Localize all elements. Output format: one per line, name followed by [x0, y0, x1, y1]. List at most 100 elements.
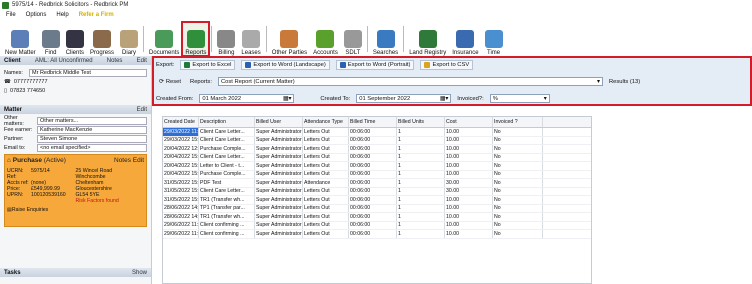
- purchase-notes-button[interactable]: Notes: [114, 157, 131, 164]
- table-row[interactable]: 31/05/2022 15:27TR1 (Transfer wh...Super…: [163, 196, 591, 205]
- aml-status[interactable]: AML: All Unconfirmed: [35, 58, 93, 64]
- table-row[interactable]: 29/06/2022 11:10Client confirming ...Sup…: [163, 230, 591, 239]
- column-header[interactable]: Billed User: [255, 117, 303, 127]
- client-notes-button[interactable]: Notes: [107, 58, 123, 64]
- toolbar-separator: [265, 26, 267, 52]
- created-to-value: 01 September 2022: [359, 95, 411, 102]
- invoiced-select[interactable]: % ▾: [489, 94, 550, 103]
- export-excel-button[interactable]: Export to Excel: [180, 60, 236, 70]
- matter-edit-button[interactable]: Edit: [137, 107, 147, 113]
- table-row[interactable]: 28/06/2022 14:19TP1 (Transfer par...Supe…: [163, 204, 591, 213]
- table-cell: 00:06:00: [349, 187, 397, 195]
- table-cell: 00:06:00: [349, 145, 397, 153]
- table-row[interactable]: 28/06/2022 14:20TR1 (Transfer wh...Super…: [163, 213, 591, 222]
- csv-icon: [424, 62, 431, 68]
- reset-icon: ⟳: [159, 78, 164, 85]
- toolbar-accounts-button[interactable]: Accounts: [310, 22, 341, 56]
- table-row[interactable]: 20/04/2022 15:05Purchase Comple...Super …: [163, 170, 591, 179]
- toolbar-insurance-button[interactable]: Insurance: [449, 22, 481, 56]
- report-select[interactable]: Cost Report (Current Matter) ▾: [217, 77, 603, 86]
- tasks-show-button[interactable]: Show: [132, 270, 147, 276]
- table-cell: Super Administrator: [256, 179, 303, 187]
- table-cell: Super Administrator: [256, 136, 303, 144]
- table-cell: No: [493, 136, 543, 144]
- other-matters-select[interactable]: Other matters...: [37, 116, 147, 125]
- column-header[interactable]: Billed Units: [397, 117, 445, 127]
- toolbar-progress-button[interactable]: Progress: [87, 22, 117, 56]
- column-header[interactable]: Cost: [445, 117, 493, 127]
- ucrn-value: 5975/14: [31, 168, 50, 174]
- column-header[interactable]: Description: [199, 117, 255, 127]
- toolbar-documents-button[interactable]: Documents: [146, 22, 182, 56]
- export-word-landscape-button[interactable]: Export to Word (Landscape): [241, 60, 330, 70]
- created-from-date[interactable]: 01 March 2022 ▦▾: [199, 94, 295, 103]
- table-cell: 10.00: [445, 170, 493, 178]
- table-cell: 10.00: [445, 136, 493, 144]
- menu-help[interactable]: Help: [56, 12, 68, 18]
- fee-earner-row: Fee earner: Katherine MacKenzie: [0, 125, 151, 134]
- toolbar-time-button[interactable]: Time: [482, 22, 506, 56]
- report-select-value: Cost Report (Current Matter): [220, 78, 295, 85]
- table-cell: Client confirming ...: [199, 221, 255, 229]
- email-select[interactable]: <no email specified>: [37, 143, 147, 152]
- purchase-status: (Active): [43, 157, 66, 164]
- fee-earner-select[interactable]: Katherine MacKenzie: [37, 125, 147, 134]
- insurance-icon: [456, 30, 475, 48]
- table-row[interactable]: 20/04/2022 12:51Purchase Comple...Super …: [163, 145, 591, 154]
- created-to-label: Created To:: [320, 95, 351, 102]
- table-cell: Super Administrator: [256, 204, 303, 212]
- toolbar-new-matter-button[interactable]: New Matter: [2, 22, 39, 56]
- table-cell: Letters Out: [303, 170, 349, 178]
- title-bar: 5975/14 - Redbrick Solicitors - Redbrick…: [0, 0, 752, 10]
- toolbar-leases-button[interactable]: Leases: [238, 22, 263, 56]
- table-cell: 1: [397, 187, 445, 195]
- calendar-icon: ▦▾: [439, 95, 449, 102]
- table-row[interactable]: 31/05/2022 15:27Client Care Letter...Sup…: [163, 187, 591, 196]
- table-cell: Letters Out: [303, 136, 349, 144]
- risk-factors-link[interactable]: Risk Factors found: [76, 198, 145, 204]
- purchase-edit-button[interactable]: Edit: [133, 157, 144, 164]
- table-row[interactable]: 31/05/2022 15:27PDF TestSuper Administra…: [163, 179, 591, 188]
- column-header[interactable]: Attendance Type: [303, 117, 349, 127]
- toolbar-sdlt-button[interactable]: SDLT: [341, 22, 365, 56]
- export-word-portrait-button[interactable]: Export to Word (Portrait): [335, 60, 415, 70]
- toolbar-billing-button[interactable]: Billing: [214, 22, 238, 56]
- table-cell: 10.00: [445, 128, 493, 136]
- created-to-date[interactable]: 01 September 2022 ▦▾: [356, 94, 452, 103]
- partner-select[interactable]: Steven Simone: [37, 134, 147, 143]
- table-row[interactable]: 20/04/2022 15:04Client Care Letter...Sup…: [163, 153, 591, 162]
- toolbar-other-parties-button[interactable]: Other Parties: [269, 22, 310, 56]
- column-header[interactable]: Billed Time: [349, 117, 397, 127]
- toolbar-reports-button[interactable]: Reports: [181, 21, 211, 57]
- export-csv-button[interactable]: Export to CSV: [420, 60, 474, 70]
- toolbar-clients-button[interactable]: Clients: [63, 22, 87, 56]
- table-cell: 10.00: [445, 196, 493, 204]
- menu-refer-a-firm[interactable]: Refer a Firm: [79, 12, 114, 18]
- purchase-title: Purchase: [12, 157, 43, 164]
- column-header[interactable]: Invoiced ?: [493, 117, 543, 127]
- cost-report-table: Created Date Description Billed User Attend…: [162, 116, 592, 284]
- reset-button[interactable]: ⟳ Reset: [156, 78, 184, 86]
- matter-panel-header: Matter Edit: [0, 105, 151, 114]
- export-excel-label: Export to Excel: [192, 62, 232, 68]
- phone-row-2: ▯ 07823 774650: [0, 86, 151, 95]
- client-edit-button[interactable]: Edit: [137, 58, 147, 64]
- chevron-down-icon: ▾: [543, 95, 547, 102]
- table-cell: Super Administrator: [256, 230, 303, 238]
- table-cell: 30.00: [445, 187, 493, 195]
- diary-icon: [120, 30, 139, 48]
- table-row[interactable]: 29/06/2022 11:10Client confirming ...Sup…: [163, 221, 591, 230]
- toolbar-find-button[interactable]: Find: [39, 22, 63, 56]
- raise-enquiries-link[interactable]: ▤ Raise Enquiries: [7, 207, 144, 213]
- toolbar-diary-button[interactable]: Diary: [117, 22, 141, 56]
- toolbar-land-registry-button[interactable]: Land Registry: [406, 22, 449, 56]
- table-row[interactable]: 29/03/2022 15:40Client Care Letter...Sup…: [163, 136, 591, 145]
- menu-options[interactable]: Options: [26, 12, 47, 18]
- names-select[interactable]: Mr Redbrick Middle Test: [29, 68, 147, 77]
- column-header[interactable]: Created Date: [163, 117, 199, 127]
- table-row[interactable]: 20/04/2022 15:05Letter to Client - t...S…: [163, 162, 591, 171]
- table-row[interactable]: 29/03/2022 11:58Client Care Letter...Sup…: [163, 128, 591, 137]
- menu-file[interactable]: File: [6, 12, 16, 18]
- table-cell: No: [493, 153, 543, 161]
- toolbar-searches-button[interactable]: Searches: [370, 22, 401, 56]
